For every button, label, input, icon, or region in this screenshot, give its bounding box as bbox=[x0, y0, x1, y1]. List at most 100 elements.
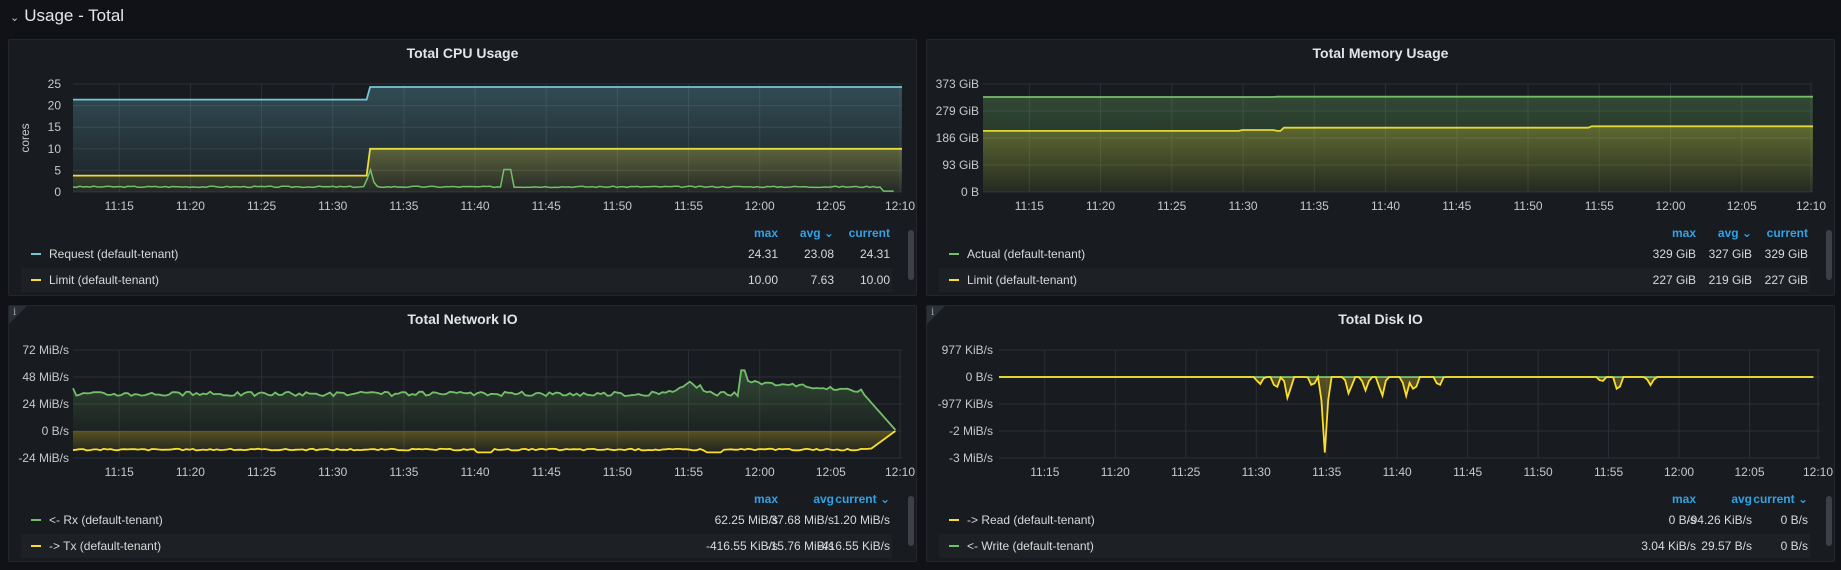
y-tick-label: 48 MiB/s bbox=[22, 370, 69, 384]
legend-value-current: 0 B/s bbox=[1780, 539, 1808, 553]
panel-total-memory-usage[interactable]: Total Memory Usage 373 GiB 279 GiB 186 GiB… bbox=[926, 39, 1835, 296]
x-tick-label: 12:10 bbox=[1796, 199, 1826, 213]
y-tick-label: 186 GiB bbox=[936, 131, 979, 145]
legend-value-avg: 7.63 bbox=[810, 273, 834, 287]
series-area bbox=[73, 370, 896, 431]
x-tick-label: 11:20 bbox=[176, 465, 205, 479]
panel-total-cpu-usage[interactable]: Total CPU Usage 25 20 15 10 5 0 11:15 11:20 11:2… bbox=[8, 39, 917, 296]
legend-col-current[interactable]: current ⌄ bbox=[835, 492, 890, 506]
x-tick-label: 12:05 bbox=[1735, 465, 1765, 479]
y-axis-label: cores bbox=[18, 123, 32, 152]
legend-col-current[interactable]: current bbox=[849, 226, 890, 240]
x-tick-label: 11:55 bbox=[1585, 199, 1614, 213]
legend-col-current[interactable]: current bbox=[1767, 226, 1808, 240]
legend-swatch bbox=[949, 519, 959, 521]
legend-item[interactable]: Limit (default-tenant) 10.00 7.63 10.00 bbox=[21, 268, 892, 292]
y-tick-label: 0 B bbox=[961, 185, 979, 199]
x-tick-label: 11:45 bbox=[532, 465, 561, 479]
legend-value-avg: 219 GiB bbox=[1708, 273, 1752, 287]
y-tick-label: 373 GiB bbox=[936, 77, 979, 91]
legend-table: max avg ⌄ current Actual (default-tenant) 32… bbox=[939, 226, 1822, 292]
x-tick-label: 12:00 bbox=[745, 199, 775, 213]
x-tick-label: 11:20 bbox=[1101, 465, 1130, 479]
legend-item[interactable]: Limit (default-tenant) 227 GiB 219 GiB 227 … bbox=[939, 268, 1810, 292]
legend-scrollbar[interactable] bbox=[908, 230, 914, 280]
legend-col-current[interactable]: current ⌄ bbox=[1753, 492, 1808, 506]
y-tick-label: 24 MiB/s bbox=[22, 397, 69, 411]
x-tick-label: 11:55 bbox=[674, 465, 703, 479]
legend-swatch bbox=[31, 279, 41, 281]
legend-col-avg[interactable]: avg bbox=[813, 492, 834, 506]
legend-swatch bbox=[949, 253, 959, 255]
legend-scrollbar[interactable] bbox=[1826, 230, 1832, 280]
x-tick-label: 11:15 bbox=[1015, 199, 1044, 213]
legend-item[interactable]: Actual (default-tenant) 329 GiB 327 GiB 329… bbox=[939, 242, 1810, 266]
x-tick-label: 11:35 bbox=[1312, 465, 1341, 479]
x-tick-label: 11:15 bbox=[105, 199, 134, 213]
chevron-down-icon[interactable]: ⌄ bbox=[10, 11, 19, 24]
x-tick-label: 11:15 bbox=[105, 465, 134, 479]
panel-total-disk-io[interactable]: i Total Disk IO 977 KiB/s 0 B/s -977 KiB/s… bbox=[926, 305, 1835, 562]
y-tick-label: 0 B/s bbox=[42, 424, 69, 438]
x-tick-label: 11:35 bbox=[1300, 199, 1329, 213]
x-tick-label: 11:25 bbox=[247, 465, 276, 479]
legend-item[interactable]: Request (default-tenant) 24.31 23.08 24.31 bbox=[21, 242, 892, 266]
legend-swatch bbox=[31, 519, 41, 521]
y-tick-label: 20 bbox=[48, 99, 62, 113]
x-tick-label: 12:05 bbox=[816, 199, 846, 213]
legend-swatch bbox=[31, 545, 41, 547]
x-tick-label: 11:30 bbox=[1242, 465, 1271, 479]
y-tick-label: 0 B/s bbox=[966, 370, 993, 384]
series-area bbox=[983, 96, 1813, 192]
y-tick-label: 93 GiB bbox=[942, 158, 979, 172]
legend-value-current: 329 GiB bbox=[1764, 247, 1808, 261]
row-header[interactable]: ⌄ Usage - Total bbox=[10, 5, 124, 27]
legend-value-current: 227 GiB bbox=[1764, 273, 1808, 287]
x-tick-label: 11:30 bbox=[1228, 199, 1257, 213]
x-tick-label: 11:50 bbox=[1513, 199, 1542, 213]
legend-col-avg[interactable]: avg ⌄ bbox=[1718, 226, 1752, 240]
legend-scrollbar[interactable] bbox=[908, 496, 914, 546]
x-tick-label: 11:35 bbox=[389, 199, 418, 213]
legend-value-avg: 37.68 MiB/s bbox=[770, 513, 834, 527]
legend-col-avg[interactable]: avg bbox=[1731, 492, 1752, 506]
row-title: Usage - Total bbox=[24, 6, 125, 25]
x-tick-label: 12:00 bbox=[745, 465, 775, 479]
y-tick-label: 5 bbox=[54, 163, 61, 177]
panel-total-network-io[interactable]: i Total Network IO 72 MiB/s 48 MiB/s 24 Mi… bbox=[8, 305, 917, 562]
x-tick-label: 11:35 bbox=[389, 465, 418, 479]
legend-table: max avg ⌄ current Request (default-tenant) 2… bbox=[21, 226, 904, 292]
legend-swatch bbox=[31, 253, 41, 255]
y-tick-label: 977 KiB/s bbox=[942, 343, 993, 357]
x-tick-label: 11:25 bbox=[247, 199, 276, 213]
x-tick-label: 12:00 bbox=[1664, 465, 1694, 479]
legend-item[interactable]: -> Read (default-tenant) 0 B/s -94.26 KiB/… bbox=[939, 508, 1810, 532]
x-tick-label: 11:25 bbox=[1157, 199, 1186, 213]
x-tick-label: 11:15 bbox=[1030, 465, 1059, 479]
legend-item[interactable]: <- Write (default-tenant) 3.04 KiB/s 29.57… bbox=[939, 534, 1810, 558]
legend-col-avg[interactable]: avg ⌄ bbox=[800, 226, 834, 240]
legend-value-avg: 327 GiB bbox=[1708, 247, 1752, 261]
legend-col-max[interactable]: max bbox=[1672, 226, 1696, 240]
series-area bbox=[999, 377, 1814, 453]
legend-scrollbar[interactable] bbox=[1826, 496, 1832, 546]
legend-col-max[interactable]: max bbox=[1672, 492, 1696, 506]
y-tick-label: -2 MiB/s bbox=[949, 424, 993, 438]
legend-value-current: 24.31 bbox=[859, 247, 890, 261]
x-tick-label: 11:50 bbox=[603, 199, 632, 213]
legend-col-max[interactable]: max bbox=[754, 226, 778, 240]
legend-value-avg: -94.26 KiB/s bbox=[1686, 513, 1752, 527]
x-tick-label: 11:40 bbox=[460, 199, 489, 213]
legend-value-max: 329 GiB bbox=[1652, 247, 1696, 261]
x-tick-label: 12:05 bbox=[1727, 199, 1757, 213]
legend-col-max[interactable]: max bbox=[754, 492, 778, 506]
legend-item[interactable]: -> Tx (default-tenant) -416.55 KiB/s -15.7… bbox=[21, 534, 892, 558]
legend-value-current: 0 B/s bbox=[1780, 513, 1808, 527]
x-tick-label: 12:05 bbox=[816, 465, 846, 479]
legend-value-max: 10.00 bbox=[747, 273, 778, 287]
x-tick-label: 12:10 bbox=[885, 199, 915, 213]
x-tick-label: 11:40 bbox=[460, 465, 489, 479]
legend-item[interactable]: <- Rx (default-tenant) 62.25 MiB/s 37.68 M… bbox=[21, 508, 892, 532]
x-tick-label: 11:45 bbox=[1442, 199, 1471, 213]
legend-swatch bbox=[949, 279, 959, 281]
